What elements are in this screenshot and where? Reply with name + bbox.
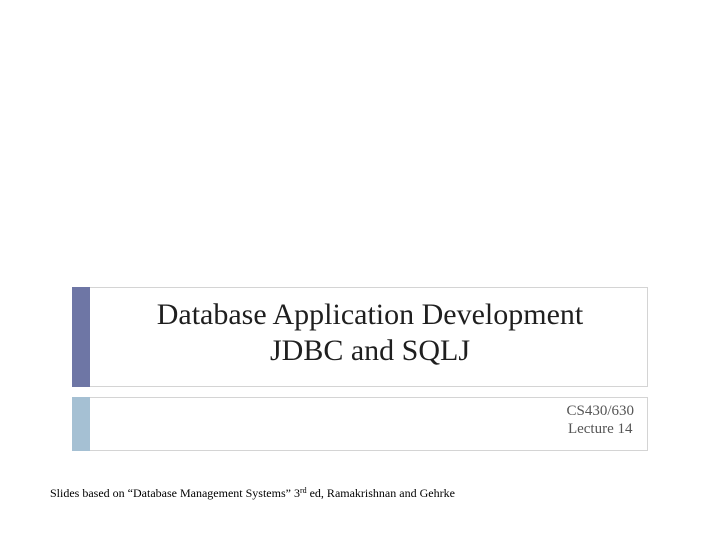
subtitle-box: [72, 397, 648, 451]
footnote-suffix: ed, Ramakrishnan and Gehrke: [306, 486, 455, 500]
slide: Database Application Development JDBC an…: [0, 0, 720, 540]
slide-subtitle: CS430/630 Lecture 14: [566, 402, 634, 438]
title-line-2: JDBC and SQLJ: [269, 334, 471, 367]
slide-title: Database Application Development JDBC an…: [92, 297, 648, 369]
title-accent-bar: [72, 287, 90, 387]
footnote: Slides based on “Database Management Sys…: [50, 485, 455, 501]
subtitle-line-2: Lecture 14: [567, 421, 633, 437]
footnote-prefix: Slides based on “Database Management Sys…: [50, 486, 300, 500]
subtitle-line-1: CS430/630: [566, 403, 634, 419]
subtitle-accent-bar: [72, 397, 90, 451]
footnote-superscript: rd: [299, 486, 307, 495]
title-line-1: Database Application Development: [156, 298, 584, 331]
